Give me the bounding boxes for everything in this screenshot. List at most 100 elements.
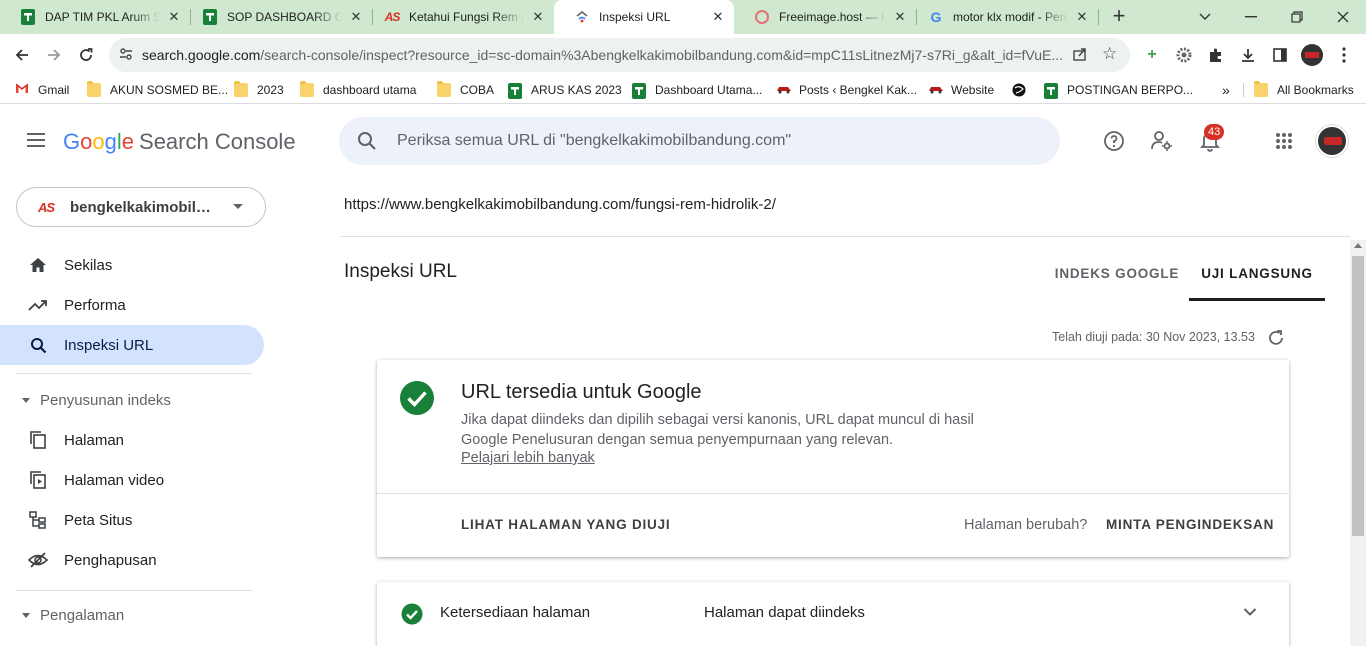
scrollbar-thumb[interactable] bbox=[1352, 256, 1364, 536]
page-availability-row[interactable]: Ketersediaan halaman Halaman dapat diind… bbox=[377, 582, 1289, 646]
browser-tab[interactable]: DAP TIM PKL Arum Sa ✕ bbox=[0, 0, 190, 34]
extension-plus-icon[interactable]: + bbox=[1140, 43, 1164, 67]
minimize-button[interactable] bbox=[1228, 0, 1274, 34]
bookmark-site[interactable]: Website bbox=[928, 80, 994, 100]
app-header: GoogleSearch Console 43 bbox=[0, 105, 1366, 177]
sheets-icon bbox=[508, 83, 522, 99]
page-changed-label: Halaman berubah? bbox=[964, 517, 1088, 533]
close-icon[interactable]: ✕ bbox=[348, 9, 364, 25]
sidebar-item-removals[interactable]: Penghapusan bbox=[0, 540, 264, 580]
chevron-down-icon[interactable] bbox=[1243, 604, 1257, 622]
request-indexing-button[interactable]: MINTA PENGINDEKSAN bbox=[1106, 517, 1274, 532]
close-icon[interactable]: ✕ bbox=[530, 9, 546, 25]
sidebar-item-performance[interactable]: Performa bbox=[0, 285, 264, 325]
section-indexing[interactable]: Penyusunan indeks bbox=[0, 385, 264, 415]
tab-title: Inspeksi URL bbox=[599, 10, 671, 24]
sidebar-item-overview[interactable]: Sekilas bbox=[0, 245, 264, 285]
tab-title: DAP TIM PKL Arum Sa bbox=[45, 10, 160, 24]
restore-button[interactable] bbox=[1274, 0, 1320, 34]
browser-tab[interactable]: G motor klx modif - Pen ✕ bbox=[908, 0, 1098, 34]
extensions-puzzle-icon[interactable] bbox=[1204, 43, 1228, 67]
home-icon bbox=[28, 255, 48, 275]
bookmark-star-icon[interactable]: ☆ bbox=[1102, 44, 1117, 64]
search-icon bbox=[357, 131, 377, 156]
refresh-icon[interactable] bbox=[1266, 328, 1286, 348]
property-name: bengkelkakimobilba... bbox=[70, 198, 218, 216]
bookmark-folder[interactable]: COBA bbox=[437, 80, 494, 100]
close-icon[interactable]: ✕ bbox=[166, 9, 182, 25]
folder-icon bbox=[300, 81, 314, 97]
close-icon[interactable]: ✕ bbox=[892, 9, 908, 25]
browser-tabstrip: DAP TIM PKL Arum Sa ✕ SOP DASHBOARD OP ✕… bbox=[0, 0, 1366, 34]
bookmark-sheet[interactable]: ARUS KAS 2023 bbox=[508, 80, 622, 100]
help-icon[interactable] bbox=[1102, 129, 1126, 153]
browser-tab[interactable]: Freeimage.host — Ho ✕ bbox=[734, 0, 916, 34]
all-bookmarks[interactable]: All Bookmarks bbox=[1254, 80, 1354, 100]
removals-icon bbox=[28, 550, 48, 570]
folder-icon bbox=[1254, 81, 1268, 97]
collapse-arrow-icon bbox=[22, 397, 30, 403]
learn-more-link[interactable]: Pelajari lebih banyak bbox=[461, 450, 595, 466]
sidebar-item-pages[interactable]: Halaman bbox=[0, 420, 264, 460]
close-icon[interactable]: ✕ bbox=[710, 9, 726, 25]
sheets-icon bbox=[632, 83, 646, 99]
sidebar-item-url-inspection[interactable]: Inspeksi URL bbox=[0, 325, 264, 365]
reload-button[interactable] bbox=[74, 43, 98, 67]
trending-up-icon bbox=[28, 295, 48, 315]
browser-tab[interactable]: AS Ketahui Fungsi Rem H ✕ bbox=[364, 0, 554, 34]
close-window-button[interactable] bbox=[1320, 0, 1366, 34]
availability-label: Ketersediaan halaman bbox=[440, 604, 591, 621]
sidebar-item-video-pages[interactable]: Halaman video bbox=[0, 460, 264, 500]
forward-button[interactable] bbox=[42, 43, 66, 67]
car-icon bbox=[776, 83, 791, 97]
url-inspection-search[interactable] bbox=[339, 117, 1060, 165]
bookmark-site[interactable] bbox=[1012, 80, 1035, 100]
manage-users-icon[interactable] bbox=[1150, 129, 1174, 153]
share-icon[interactable] bbox=[1072, 46, 1088, 67]
sidebar: AS bengkelkakimobilba... Sekilas Perform… bbox=[0, 177, 280, 646]
bookmarks-overflow-button[interactable]: » bbox=[1222, 80, 1230, 100]
bookmark-folder[interactable]: 2023 bbox=[234, 80, 284, 100]
apps-grid-icon[interactable] bbox=[1272, 129, 1296, 153]
view-tested-page-button[interactable]: LIHAT HALAMAN YANG DIUJI bbox=[461, 517, 670, 532]
side-panel-icon[interactable] bbox=[1268, 43, 1292, 67]
section-experience[interactable]: Pengalaman bbox=[0, 600, 264, 630]
extension-gear-icon[interactable] bbox=[1172, 43, 1196, 67]
address-bar[interactable]: search.google.com/search-console/inspect… bbox=[109, 38, 1130, 72]
close-icon[interactable]: ✕ bbox=[1074, 9, 1090, 25]
browser-tab[interactable]: SOP DASHBOARD OP ✕ bbox=[182, 0, 372, 34]
page-scrollbar[interactable] bbox=[1350, 240, 1366, 646]
gmail-icon bbox=[15, 83, 29, 97]
browser-menu-icon[interactable] bbox=[1332, 43, 1356, 67]
bookmarks-bar: Gmail AKUN SOSMED BE... 2023 dashboard u… bbox=[0, 76, 1366, 104]
bookmark-gmail[interactable]: Gmail bbox=[15, 80, 69, 100]
search-console-logo[interactable]: Google Search Console bbox=[63, 129, 296, 155]
bookmark-folder[interactable]: dashboard utama bbox=[300, 80, 416, 100]
video-pages-icon bbox=[28, 470, 48, 490]
tab-live-test[interactable]: UJI LANGSUNG bbox=[1189, 245, 1325, 301]
sidebar-item-sitemaps[interactable]: Peta Situs bbox=[0, 500, 264, 540]
main-menu-icon[interactable] bbox=[24, 129, 48, 153]
tab-search-chevron-icon[interactable] bbox=[1182, 0, 1228, 34]
notifications-badge: 43 bbox=[1204, 124, 1225, 140]
bookmark-folder[interactable]: AKUN SOSMED BE... bbox=[87, 80, 228, 100]
search-input[interactable] bbox=[397, 129, 1037, 153]
bookmark-site[interactable]: Posts ‹ Bengkel Kak... bbox=[776, 80, 917, 100]
globe-dark-icon bbox=[1012, 83, 1026, 97]
browser-tab-active[interactable]: Inspeksi URL ✕ bbox=[554, 0, 734, 34]
car-icon bbox=[928, 83, 943, 97]
tab-title: Ketahui Fungsi Rem H bbox=[409, 10, 524, 24]
new-tab-button[interactable]: + bbox=[1108, 5, 1130, 28]
site-info-icon[interactable] bbox=[119, 47, 133, 66]
bookmark-sheet[interactable]: Dashboard Utama... bbox=[632, 80, 762, 100]
download-icon[interactable] bbox=[1236, 43, 1260, 67]
browser-toolbar: search.google.com/search-console/inspect… bbox=[0, 34, 1366, 76]
back-button[interactable] bbox=[10, 43, 34, 67]
bookmark-sheet[interactable]: POSTINGAN BERPO... bbox=[1044, 80, 1193, 100]
profile-avatar-icon[interactable] bbox=[1300, 43, 1324, 67]
url-text[interactable]: search.google.com/search-console/inspect… bbox=[142, 47, 1067, 63]
tab-google-index[interactable]: INDEKS GOOGLE bbox=[1047, 245, 1187, 301]
inspected-url: https://www.bengkelkakimobilbandung.com/… bbox=[344, 196, 776, 213]
account-avatar[interactable] bbox=[1316, 125, 1348, 157]
property-selector[interactable]: AS bengkelkakimobilba... bbox=[16, 187, 266, 227]
